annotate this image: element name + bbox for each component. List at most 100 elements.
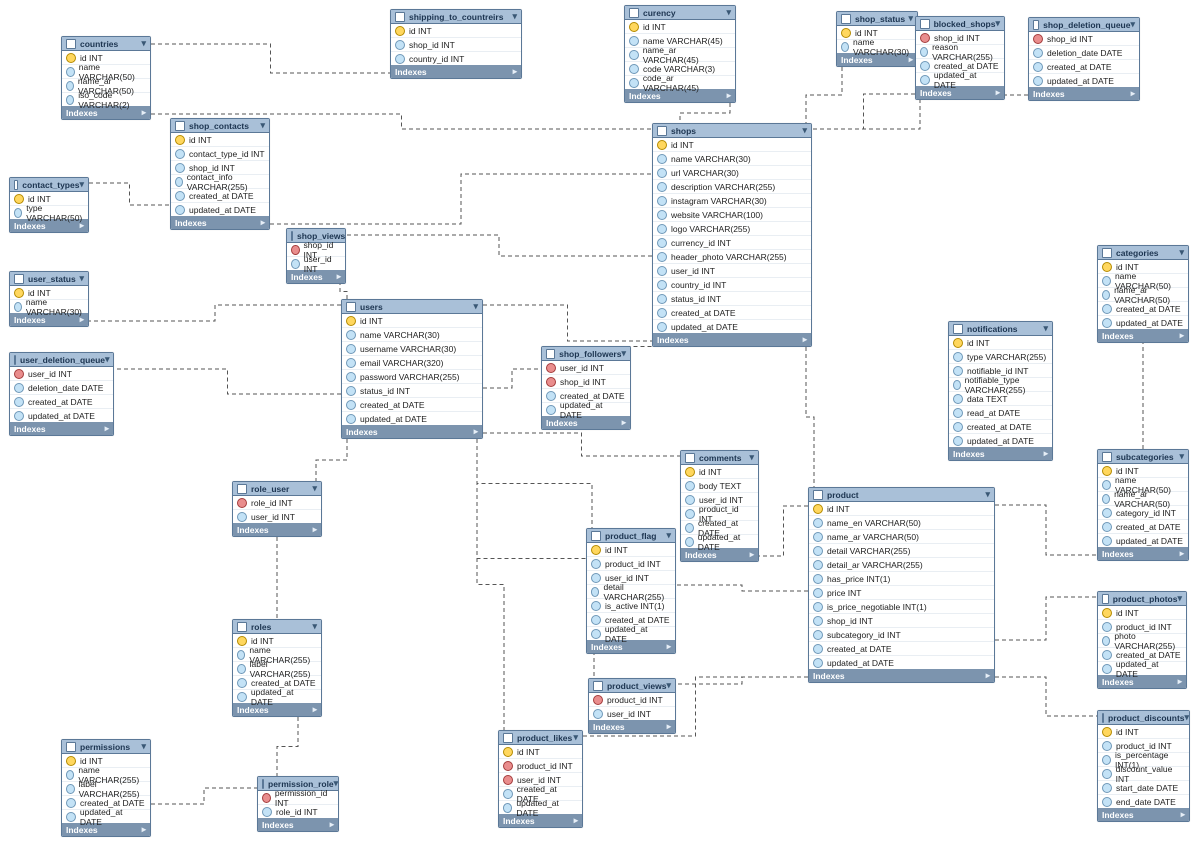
chevron-down-icon[interactable]: ▾: [79, 179, 84, 190]
column-row[interactable]: updated_at DATE: [342, 412, 482, 425]
column-row[interactable]: updated_at DATE: [233, 690, 321, 703]
column-row[interactable]: shop_id INT: [809, 614, 994, 628]
chevron-down-icon[interactable]: ▾: [512, 11, 517, 22]
indexes-footer[interactable]: Indexes▸: [589, 720, 675, 733]
chevron-down-icon[interactable]: ▾: [802, 125, 807, 136]
column-row[interactable]: user_id INT: [589, 707, 675, 720]
column-row[interactable]: category_id INT: [1098, 506, 1188, 520]
entity-blocked_shops[interactable]: blocked_shops▾shop_id INTreason VARCHAR(…: [915, 16, 1005, 100]
column-row[interactable]: type VARCHAR(255): [949, 350, 1052, 364]
chevron-down-icon[interactable]: ▾: [312, 483, 317, 494]
column-row[interactable]: is_active INT(1): [587, 599, 675, 613]
column-row[interactable]: email VARCHAR(320): [342, 356, 482, 370]
entity-product_photos[interactable]: product_photos▾id INTproduct_id INTphoto…: [1097, 591, 1187, 689]
column-row[interactable]: id INT: [681, 465, 758, 479]
column-row[interactable]: id INT: [391, 24, 521, 38]
entity-subcategories[interactable]: subcategories▾id INTname VARCHAR(50)name…: [1097, 449, 1189, 561]
chevron-down-icon[interactable]: ▾: [1179, 451, 1184, 462]
entity-shop_followers[interactable]: shop_followers▾user_id INTshop_id INTcre…: [541, 346, 631, 430]
entity-header[interactable]: shipping_to_countreirs▾: [391, 10, 521, 24]
column-row[interactable]: updated_at DATE: [1098, 316, 1188, 329]
column-row[interactable]: user_id INT: [233, 510, 321, 523]
indexes-footer[interactable]: Indexes▸: [1029, 87, 1139, 100]
entity-shops[interactable]: shops▾id INTname VARCHAR(30)url VARCHAR(…: [652, 123, 812, 347]
column-row[interactable]: currency_id INT: [653, 236, 811, 250]
column-row[interactable]: product_id INT: [587, 557, 675, 571]
entity-header[interactable]: roles▾: [233, 620, 321, 634]
entity-product_flag[interactable]: product_flag▾id INTproduct_id INTuser_id…: [586, 528, 676, 654]
column-row[interactable]: shop_id INT: [391, 38, 521, 52]
entity-header[interactable]: contact_types▾: [10, 178, 88, 192]
column-row[interactable]: updated_at DATE: [171, 203, 269, 216]
entity-shipping_to_countreirs[interactable]: shipping_to_countreirs▾id INTshop_id INT…: [390, 9, 522, 79]
column-row[interactable]: updated_at DATE: [809, 656, 994, 669]
column-row[interactable]: product_id INT: [589, 693, 675, 707]
indexes-footer[interactable]: Indexes▸: [391, 65, 521, 78]
indexes-footer[interactable]: Indexes▸: [1098, 329, 1188, 342]
entity-header[interactable]: product_photos▾: [1098, 592, 1186, 606]
entity-user_deletion_queue[interactable]: user_deletion_queue▾user_id INTdeletion_…: [9, 352, 114, 436]
entity-header[interactable]: role_user▾: [233, 482, 321, 496]
column-row[interactable]: read_at DATE: [949, 406, 1052, 420]
column-row[interactable]: photo VARCHAR(255): [1098, 634, 1186, 648]
column-row[interactable]: id INT: [1098, 606, 1186, 620]
entity-roles[interactable]: roles▾id INTname VARCHAR(255)label VARCH…: [232, 619, 322, 717]
column-row[interactable]: updated_at DATE: [1098, 534, 1188, 547]
column-row[interactable]: name VARCHAR(30): [10, 300, 88, 313]
column-row[interactable]: end_date DATE: [1098, 795, 1189, 808]
entity-header[interactable]: blocked_shops▾: [916, 17, 1004, 31]
chevron-down-icon[interactable]: ▾: [666, 680, 671, 691]
column-row[interactable]: updated_at DATE: [587, 627, 675, 640]
column-row[interactable]: start_date DATE: [1098, 781, 1189, 795]
entity-shop_views[interactable]: shop_views▾shop_id INTuser_id INTIndexes…: [286, 228, 346, 284]
column-row[interactable]: username VARCHAR(30): [342, 342, 482, 356]
entity-header[interactable]: product_discounts▾: [1098, 711, 1189, 725]
entity-header[interactable]: categories▾: [1098, 246, 1188, 260]
entity-header[interactable]: product▾: [809, 488, 994, 502]
entity-contact_types[interactable]: contact_types▾id INTtype VARCHAR(50)Inde…: [9, 177, 89, 233]
entity-header[interactable]: shop_contacts▾: [171, 119, 269, 133]
entity-header[interactable]: comments▾: [681, 451, 758, 465]
column-row[interactable]: label VARCHAR(255): [233, 662, 321, 676]
column-row[interactable]: name_ar VARCHAR(50): [809, 530, 994, 544]
column-row[interactable]: updated_at DATE: [949, 434, 1052, 447]
column-row[interactable]: is_price_negotiable INT(1): [809, 600, 994, 614]
column-row[interactable]: deletion_date DATE: [1029, 46, 1139, 60]
entity-product_discounts[interactable]: product_discounts▾id INTproduct_id INTis…: [1097, 710, 1190, 822]
column-row[interactable]: name_ar VARCHAR(45): [625, 48, 735, 62]
chevron-down-icon[interactable]: ▾: [345, 230, 346, 241]
column-row[interactable]: contact_info VARCHAR(255): [171, 175, 269, 189]
entity-header[interactable]: shop_deletion_queue▾: [1029, 18, 1139, 32]
column-row[interactable]: id INT: [342, 314, 482, 328]
column-row[interactable]: created_at DATE: [653, 306, 811, 320]
column-row[interactable]: id INT: [587, 543, 675, 557]
indexes-footer[interactable]: Indexes▸: [653, 333, 811, 346]
column-row[interactable]: name VARCHAR(30): [653, 152, 811, 166]
column-row[interactable]: instagram VARCHAR(30): [653, 194, 811, 208]
column-row[interactable]: description VARCHAR(255): [653, 180, 811, 194]
column-row[interactable]: id INT: [1098, 725, 1189, 739]
column-row[interactable]: country_id INT: [391, 52, 521, 65]
column-row[interactable]: website VARCHAR(100): [653, 208, 811, 222]
column-row[interactable]: created_at DATE: [1029, 60, 1139, 74]
entity-role_user[interactable]: role_user▾role_id INTuser_id INTIndexes▸: [232, 481, 322, 537]
entity-header[interactable]: user_status▾: [10, 272, 88, 286]
indexes-footer[interactable]: Indexes▸: [233, 523, 321, 536]
column-row[interactable]: updated_at DATE: [499, 801, 582, 814]
chevron-down-icon[interactable]: ▾: [749, 452, 754, 463]
column-row[interactable]: created_at DATE: [10, 395, 113, 409]
column-row[interactable]: detail_ar VARCHAR(255): [809, 558, 994, 572]
column-row[interactable]: name_ar VARCHAR(50): [1098, 492, 1188, 506]
column-row[interactable]: header_photo VARCHAR(255): [653, 250, 811, 264]
indexes-footer[interactable]: Indexes▸: [10, 422, 113, 435]
column-row[interactable]: created_at DATE: [1098, 520, 1188, 534]
column-row[interactable]: user_id INT: [653, 264, 811, 278]
entity-header[interactable]: product_views▾: [589, 679, 675, 693]
entity-user_status[interactable]: user_status▾id INTname VARCHAR(30)Indexe…: [9, 271, 89, 327]
column-row[interactable]: created_at DATE: [949, 420, 1052, 434]
entity-header[interactable]: countries▾: [62, 37, 150, 51]
entity-header[interactable]: shop_status▾: [837, 12, 917, 26]
chevron-down-icon[interactable]: ▾: [666, 530, 671, 541]
erd-canvas[interactable]: countries▾id INTname VARCHAR(50)name_ar …: [0, 0, 1200, 849]
column-row[interactable]: id INT: [653, 138, 811, 152]
